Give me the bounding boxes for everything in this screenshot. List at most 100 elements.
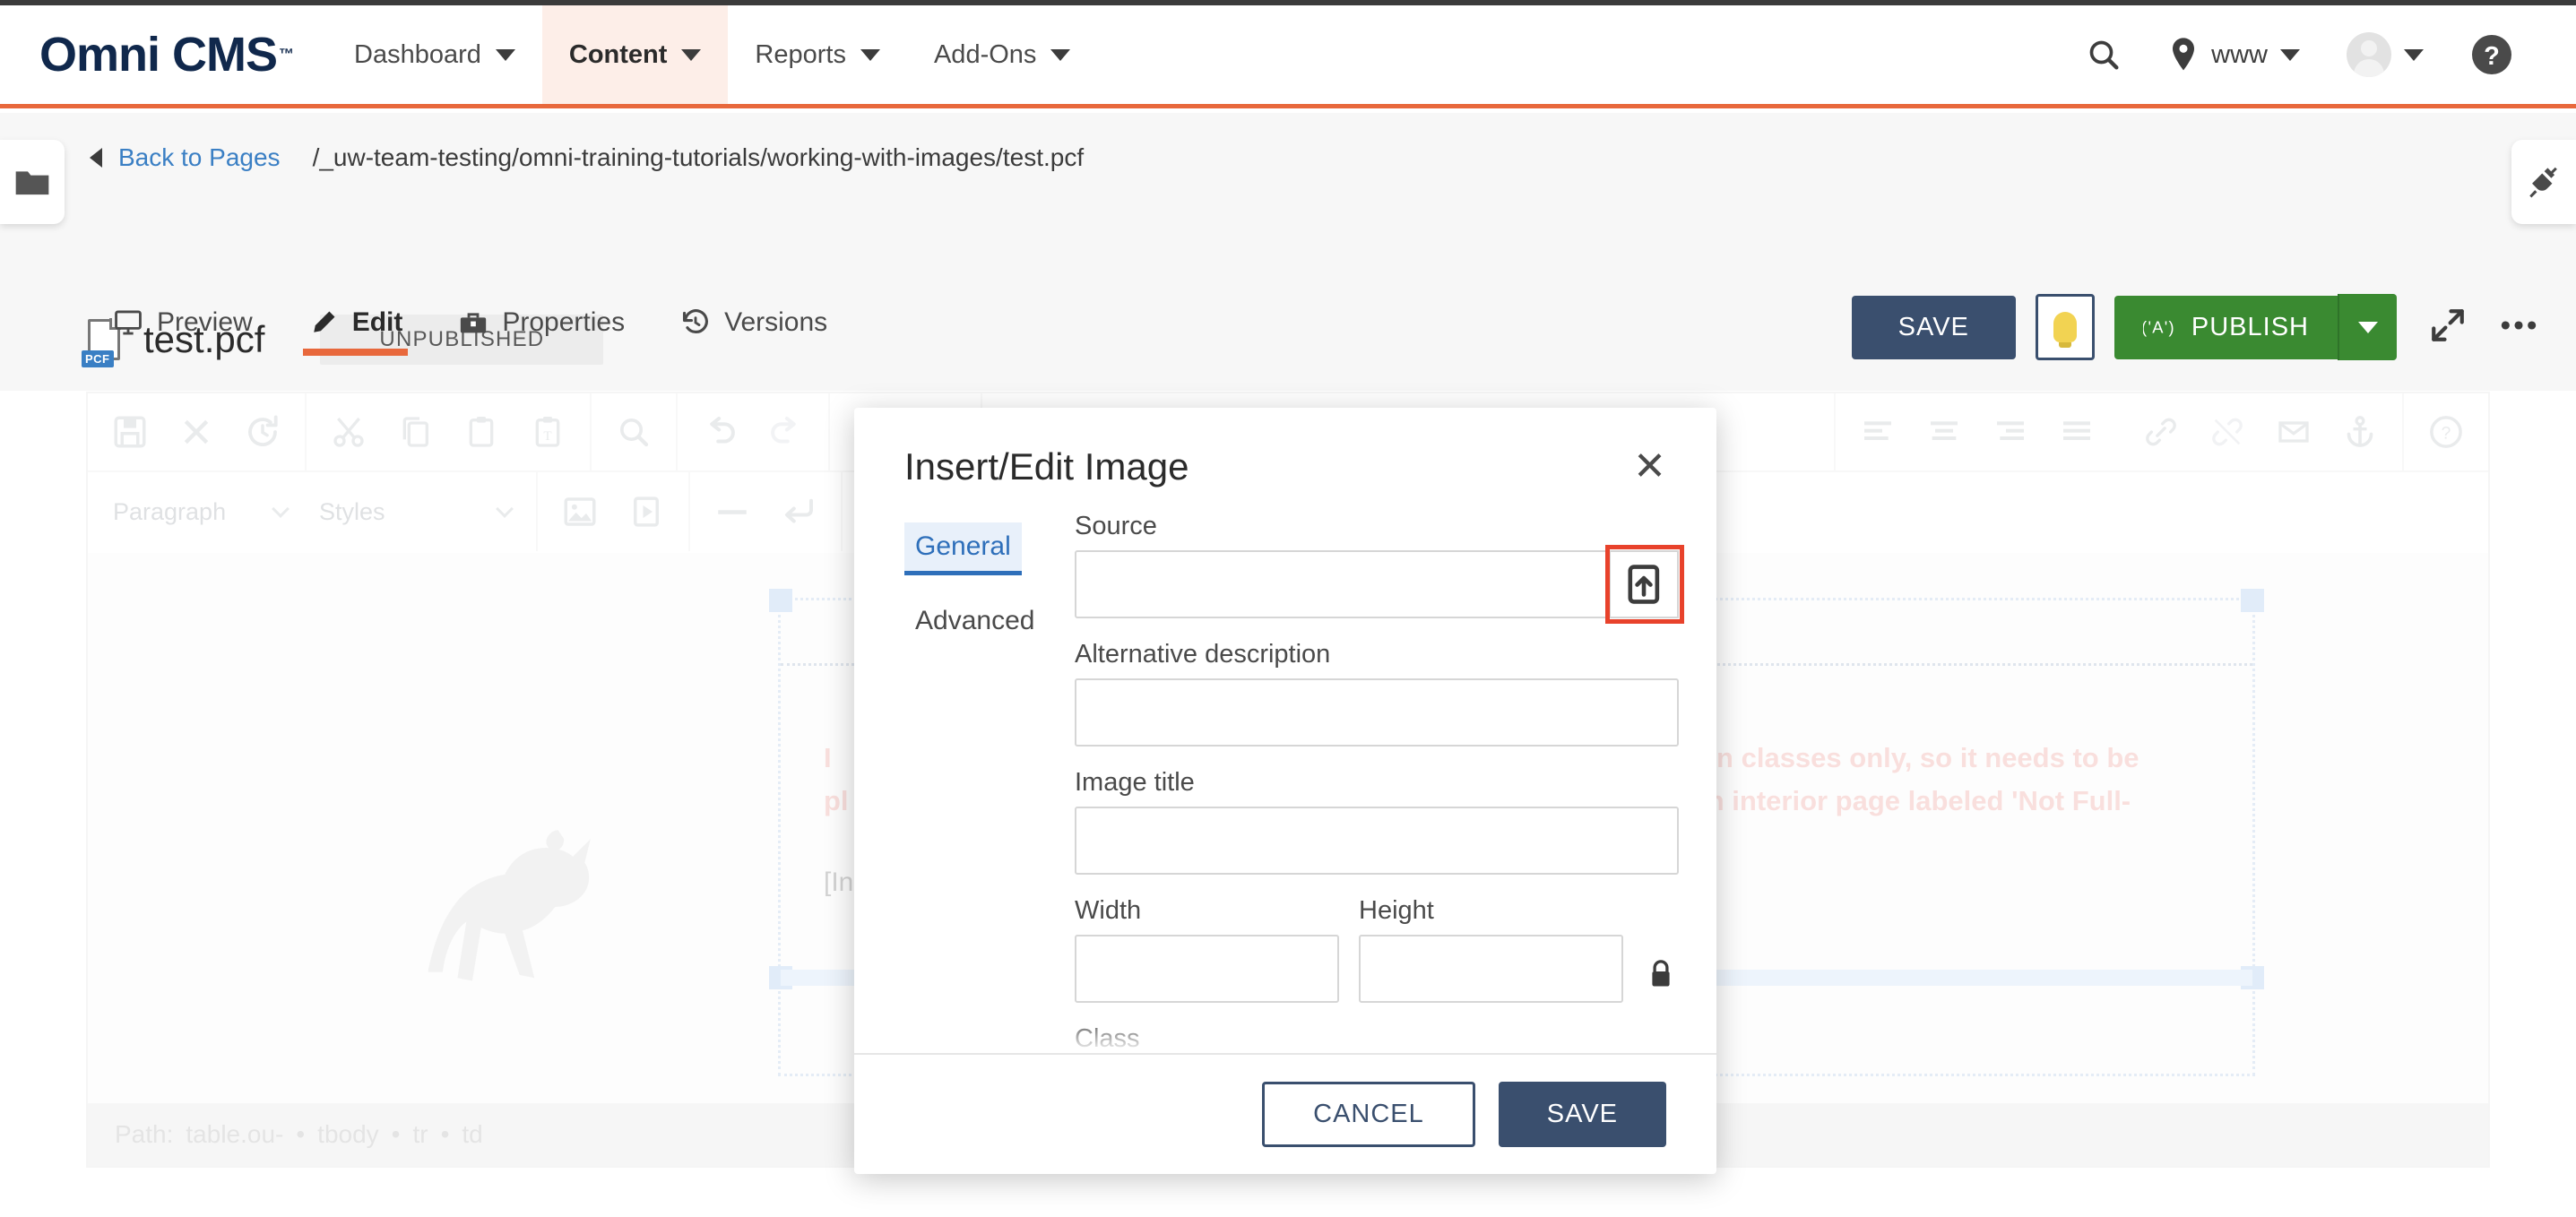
hints-button[interactable]	[2035, 294, 2095, 360]
path-separator: •	[440, 1120, 450, 1148]
alt-description-input[interactable]	[1075, 678, 1679, 747]
align-center-icon[interactable]	[1911, 403, 1977, 461]
width-input[interactable]	[1075, 935, 1339, 1003]
align-right-icon[interactable]	[1977, 403, 2044, 461]
nav-item-content-label: Content	[568, 39, 668, 69]
editor-help-icon[interactable]: ?	[2413, 403, 2479, 461]
find-replace-icon[interactable]	[601, 403, 667, 461]
pencil-icon	[313, 311, 335, 332]
path-part-0[interactable]: table.ou-	[186, 1120, 283, 1149]
height-input[interactable]	[1359, 935, 1623, 1003]
path-part-3[interactable]: td	[462, 1120, 482, 1149]
path-separator: •	[296, 1120, 306, 1148]
image-title-input[interactable]	[1075, 807, 1679, 875]
app-logo[interactable]: Omni CMS ™	[0, 5, 327, 104]
browse-source-button[interactable]	[1604, 545, 1685, 624]
tab-edit-label: Edit	[351, 307, 403, 337]
page-actions: SAVE ('A') PUBLISH	[1851, 294, 2538, 360]
site-selector[interactable]: www	[2145, 37, 2323, 73]
source-input[interactable]	[1075, 550, 1611, 618]
user-menu[interactable]	[2323, 32, 2447, 77]
dialog-tab-advanced[interactable]: Advanced	[904, 597, 1045, 645]
monitor-icon	[115, 310, 142, 335]
back-to-pages-link[interactable]: Back to Pages	[118, 143, 281, 172]
anchor-icon[interactable]	[2327, 403, 2393, 461]
insert-image-icon[interactable]	[547, 483, 613, 540]
toolbar-group-file	[88, 393, 307, 470]
publish-dropdown-button[interactable]	[2338, 294, 2397, 360]
insert-link-icon[interactable]	[2128, 403, 2194, 461]
lightbulb-icon	[2053, 312, 2077, 348]
tab-edit[interactable]: Edit	[302, 300, 409, 356]
selection-handle[interactable]	[769, 589, 792, 612]
svg-text:?: ?	[2442, 425, 2451, 444]
tab-preview[interactable]: Preview	[108, 300, 258, 356]
more-options-button[interactable]	[2499, 316, 2538, 339]
constrain-proportions-toggle[interactable]	[1643, 958, 1679, 1003]
email-link-icon[interactable]	[2260, 403, 2327, 461]
location-pin-icon	[2173, 38, 2195, 71]
width-label: Width	[1075, 896, 1142, 925]
width-field-group: Width	[1075, 896, 1339, 1003]
trademark-symbol: ™	[279, 46, 294, 63]
cancel-x-icon[interactable]	[163, 403, 229, 461]
path-part-1[interactable]: tbody	[317, 1120, 379, 1149]
svg-text:?: ?	[2484, 42, 2500, 71]
chevron-down-icon	[272, 500, 290, 518]
cut-scissors-icon[interactable]	[316, 403, 382, 461]
nav-item-dashboard[interactable]: Dashboard	[327, 5, 542, 104]
paragraph-format-select[interactable]: Paragraph	[97, 483, 303, 540]
path-part-2[interactable]: tr	[412, 1120, 428, 1149]
bucking-horse-watermark-icon	[428, 830, 591, 981]
help-button[interactable]: ?	[2447, 33, 2537, 76]
gadgets-panel-tab[interactable]	[2511, 140, 2576, 224]
publish-button[interactable]: ('A') PUBLISH	[2114, 295, 2338, 359]
nav-item-reports-label: Reports	[755, 39, 846, 69]
save-button[interactable]: SAVE	[1851, 295, 2016, 359]
dialog-body: General Advanced Source Alternative desc…	[854, 512, 1716, 1053]
chevron-down-icon	[681, 48, 702, 61]
unlink-icon[interactable]	[2194, 403, 2260, 461]
path-separator: •	[391, 1120, 401, 1148]
undo-icon[interactable]	[687, 403, 753, 461]
paste-as-text-icon[interactable]: T	[514, 403, 581, 461]
revert-clock-icon[interactable]	[229, 403, 296, 461]
selection-handle[interactable]	[2241, 589, 2264, 612]
dialog-save-button[interactable]: SAVE	[1498, 1082, 1666, 1147]
line-break-icon[interactable]	[765, 483, 832, 540]
tab-properties[interactable]: Properties	[453, 300, 630, 356]
dimensions-row: Width Height	[1075, 896, 1679, 1003]
dialog-tab-general[interactable]: General	[904, 522, 1022, 575]
horizontal-rule-icon[interactable]	[699, 483, 765, 540]
toolbar-group-links	[2119, 393, 2404, 470]
insert-media-icon[interactable]	[613, 483, 679, 540]
styles-select[interactable]: Styles	[303, 483, 527, 540]
publish-button-label: PUBLISH	[2191, 312, 2309, 341]
nav-item-reports[interactable]: Reports	[728, 5, 907, 104]
close-icon[interactable]: ✕	[1633, 447, 1666, 487]
dialog-footer: CANCEL SAVE	[854, 1053, 1716, 1174]
align-justify-icon[interactable]	[2044, 403, 2110, 461]
cancel-button[interactable]: CANCEL	[1262, 1082, 1475, 1147]
nav-item-content[interactable]: Content	[541, 5, 729, 104]
image-title-label: Image title	[1075, 768, 1195, 797]
app-logo-text: Omni CMS	[39, 28, 278, 82]
copy-icon[interactable]	[382, 403, 448, 461]
save-disk-icon[interactable]	[97, 403, 163, 461]
breadcrumb-path: /_uw-team-testing/omni-training-tutorial…	[312, 143, 1085, 171]
nav-item-addons[interactable]: Add-Ons	[907, 5, 1097, 104]
tab-versions[interactable]: Versions	[675, 300, 833, 356]
redo-icon[interactable]	[753, 403, 819, 461]
class-label: Class	[1075, 1024, 1140, 1053]
fullscreen-button[interactable]	[2429, 306, 2467, 349]
global-search-button[interactable]	[2062, 37, 2145, 73]
upload-file-icon	[1628, 565, 1660, 604]
site-selector-label: www	[2211, 39, 2268, 69]
folder-icon	[15, 171, 49, 195]
toolbar-group-find	[592, 393, 678, 470]
navbar-spacer	[1097, 5, 2062, 104]
paste-icon[interactable]	[448, 403, 514, 461]
align-left-icon[interactable]	[1845, 403, 1911, 461]
file-navigation-tab[interactable]	[0, 140, 65, 224]
insert-edit-image-dialog: Insert/Edit Image ✕ General Advanced Sou…	[854, 408, 1716, 1174]
